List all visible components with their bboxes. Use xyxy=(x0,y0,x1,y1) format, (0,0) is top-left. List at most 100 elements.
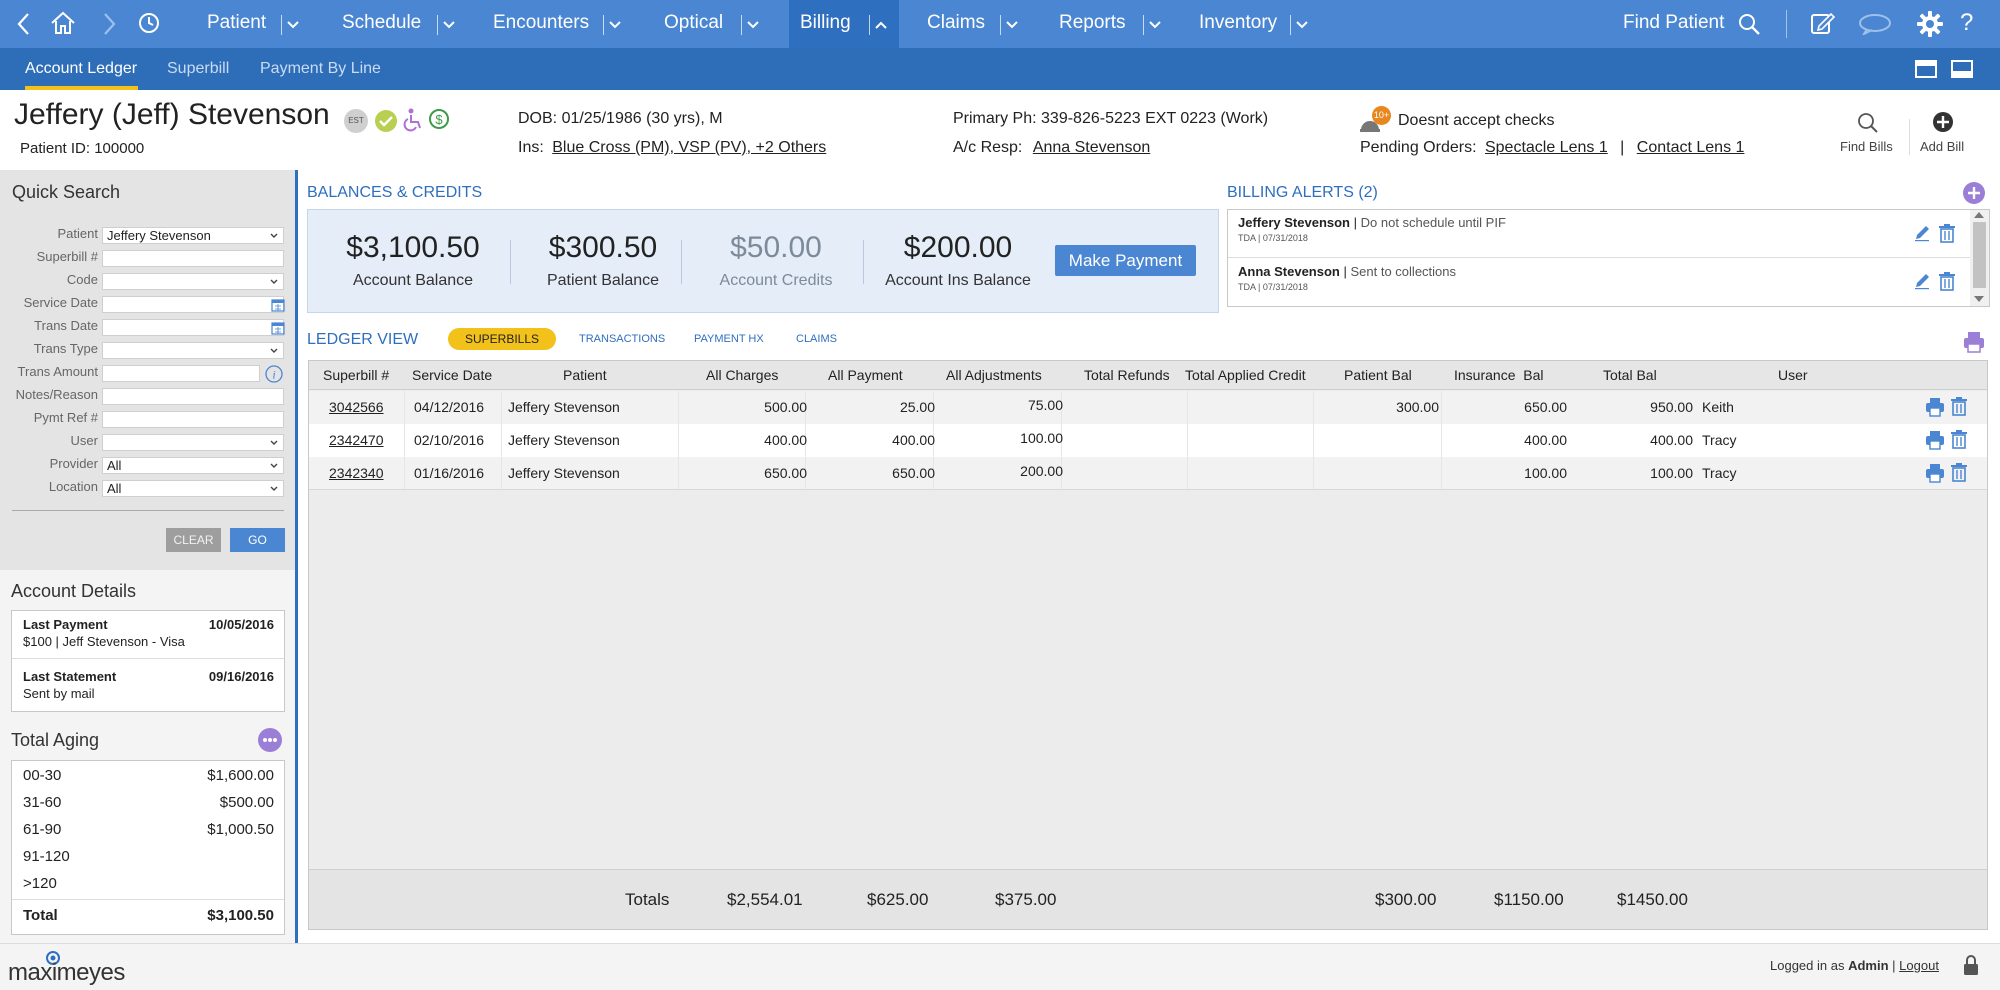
alerts-scrollbar[interactable] xyxy=(1970,210,1989,306)
insurance-link[interactable]: Blue Cross (PM), VSP (PV), +2 Others xyxy=(552,139,826,156)
qs-patient-select[interactable]: Jeffery Stevenson xyxy=(102,227,284,244)
col-total-bal[interactable]: Total Bal xyxy=(1603,361,1657,390)
back-icon[interactable] xyxy=(16,12,32,36)
nav-optical[interactable]: Optical xyxy=(664,0,723,48)
tab-payment-hx[interactable]: PAYMENT HX xyxy=(694,333,764,345)
qs-trans-date-input[interactable] xyxy=(102,319,285,336)
scroll-thumb[interactable] xyxy=(1973,222,1986,288)
col-patient-bal[interactable]: Patient Bal xyxy=(1344,361,1412,390)
col-total-applied-credit[interactable]: Total Applied Credit xyxy=(1185,361,1306,390)
col-total-refunds[interactable]: Total Refunds xyxy=(1084,361,1170,390)
qs-location-select[interactable]: All xyxy=(102,480,284,497)
qs-user-select[interactable] xyxy=(102,434,284,451)
acresp-link[interactable]: Anna Stevenson xyxy=(1033,139,1150,156)
home-icon[interactable] xyxy=(50,11,76,35)
chevron-down-icon[interactable] xyxy=(603,15,623,35)
find-patient-link[interactable]: Find Patient xyxy=(1623,0,1724,48)
delete-alert-icon[interactable] xyxy=(1938,271,1956,291)
edit-alert-icon[interactable] xyxy=(1913,224,1931,242)
nav-reports[interactable]: Reports xyxy=(1059,0,1126,48)
total-aging-title: Total Aging xyxy=(11,730,100,750)
edit-alert-icon[interactable] xyxy=(1913,272,1931,290)
cell-service-date: 04/12/2016 xyxy=(414,399,485,415)
gear-icon[interactable] xyxy=(1916,10,1944,38)
print-row-icon[interactable] xyxy=(1925,463,1945,483)
qs-code-select[interactable] xyxy=(102,273,284,290)
superbill-link[interactable]: 3042566 xyxy=(329,391,384,424)
col-insurance-bal[interactable]: Insurance Bal xyxy=(1454,361,1544,390)
chevron-down-icon[interactable] xyxy=(741,15,761,35)
tab-payment-by-line[interactable]: Payment By Line xyxy=(260,48,381,90)
tab-superbills[interactable]: SUPERBILLS xyxy=(448,328,556,350)
lock-icon[interactable] xyxy=(1963,954,1979,976)
qs-notes-input[interactable] xyxy=(102,388,284,405)
qs-trans-amount-input[interactable] xyxy=(102,365,260,382)
pending-order-spectacle-link[interactable]: Spectacle Lens 1 xyxy=(1485,139,1608,156)
chevron-down-icon[interactable] xyxy=(1290,15,1310,35)
chevron-down-icon[interactable] xyxy=(1000,15,1020,35)
delete-row-icon[interactable] xyxy=(1950,462,1968,482)
scroll-up-arrow[interactable] xyxy=(1974,212,1984,218)
find-bills-button[interactable]: Find Bills xyxy=(1840,139,1893,154)
col-patient[interactable]: Patient xyxy=(563,361,607,390)
clear-button[interactable]: CLEAR xyxy=(166,528,221,552)
table-row[interactable]: 3042566 04/12/2016 Jeffery Stevenson 500… xyxy=(309,391,1987,424)
print-row-icon[interactable] xyxy=(1925,430,1945,450)
search-icon[interactable] xyxy=(1737,12,1761,36)
superbill-link[interactable]: 2342340 xyxy=(329,457,384,490)
more-options-icon[interactable] xyxy=(258,728,282,752)
pending-order-contact-link[interactable]: Contact Lens 1 xyxy=(1637,139,1745,156)
tab-superbill[interactable]: Superbill xyxy=(167,48,229,90)
delete-alert-icon[interactable] xyxy=(1938,223,1956,243)
layout-split-icon[interactable] xyxy=(1951,60,1973,78)
go-button[interactable]: GO xyxy=(230,528,285,552)
col-all-payment[interactable]: All Payment xyxy=(828,361,903,390)
table-row[interactable]: 2342340 01/16/2016 Jeffery Stevenson 650… xyxy=(309,457,1987,490)
superbill-link[interactable]: 2342470 xyxy=(329,424,384,457)
nav-schedule[interactable]: Schedule xyxy=(342,0,421,48)
chevron-down-icon[interactable] xyxy=(281,15,301,35)
find-bills-icon[interactable] xyxy=(1857,112,1879,134)
qs-provider-select[interactable]: All xyxy=(102,457,284,474)
chat-icon[interactable] xyxy=(1858,13,1892,35)
calendar-icon[interactable] xyxy=(271,298,285,312)
add-bill-button[interactable]: Add Bill xyxy=(1920,139,1964,154)
chevron-up-icon[interactable] xyxy=(869,15,889,35)
delete-row-icon[interactable] xyxy=(1950,429,1968,449)
add-bill-icon[interactable] xyxy=(1932,111,1954,133)
delete-row-icon[interactable] xyxy=(1950,396,1968,416)
col-all-adjustments[interactable]: All Adjustments xyxy=(946,361,1042,390)
scroll-down-arrow[interactable] xyxy=(1974,296,1984,302)
nav-patient[interactable]: Patient xyxy=(207,0,266,48)
tab-transactions[interactable]: TRANSACTIONS xyxy=(579,333,665,345)
tab-account-ledger[interactable]: Account Ledger xyxy=(25,48,137,90)
nav-inventory[interactable]: Inventory xyxy=(1199,0,1277,48)
logout-link[interactable]: Logout xyxy=(1899,958,1939,973)
qs-trans-type-select[interactable] xyxy=(102,342,284,359)
qs-pymt-ref-input[interactable] xyxy=(102,411,284,428)
print-icon[interactable] xyxy=(1962,330,1986,354)
tab-claims[interactable]: CLAIMS xyxy=(796,333,837,345)
chevron-down-icon[interactable] xyxy=(1143,15,1163,35)
col-superbill[interactable]: Superbill # xyxy=(323,361,389,390)
print-row-icon[interactable] xyxy=(1925,397,1945,417)
col-all-charges[interactable]: All Charges xyxy=(706,361,778,390)
col-service-date[interactable]: Service Date xyxy=(412,361,492,390)
help-icon[interactable]: ? xyxy=(1960,8,1973,38)
make-payment-button[interactable]: Make Payment xyxy=(1055,245,1196,276)
col-user[interactable]: User xyxy=(1778,361,1808,390)
history-icon[interactable] xyxy=(137,11,161,35)
notes-icon[interactable] xyxy=(1810,11,1836,35)
nav-billing[interactable]: Billing xyxy=(800,0,851,48)
table-row[interactable]: 2342470 02/10/2016 Jeffery Stevenson 400… xyxy=(309,424,1987,457)
nav-claims[interactable]: Claims xyxy=(927,0,985,48)
forward-icon[interactable] xyxy=(101,12,117,36)
chevron-down-icon[interactable] xyxy=(437,15,457,35)
qs-superbill-input[interactable] xyxy=(102,250,284,267)
layout-toggle-icon[interactable] xyxy=(1915,60,1937,78)
info-icon[interactable]: i xyxy=(265,365,283,383)
calendar-icon[interactable] xyxy=(271,321,285,335)
add-alert-icon[interactable] xyxy=(1962,181,1986,205)
qs-service-date-input[interactable] xyxy=(102,296,285,313)
nav-encounters[interactable]: Encounters xyxy=(493,0,589,48)
